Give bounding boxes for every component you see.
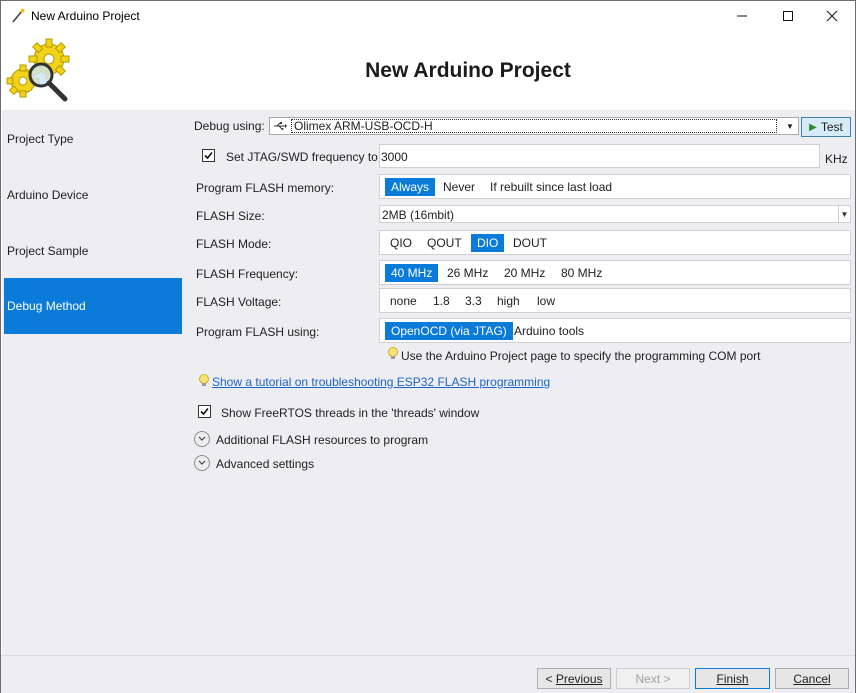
flash-size-value: 2MB (16mbit) — [382, 208, 455, 222]
window-title: New Arduino Project — [31, 9, 140, 23]
sidebar-item-label: Debug Method — [7, 299, 86, 313]
minimize-button[interactable] — [719, 1, 765, 31]
finish-button-label: Finish — [716, 671, 749, 686]
debug-using-value: Olimex ARM-USB-OCD-H — [291, 119, 777, 133]
programming-port-hint: Use the Arduino Project page to specify … — [401, 349, 761, 363]
advanced-settings-label[interactable]: Advanced settings — [216, 457, 314, 471]
jtag-frequency-input[interactable]: 3000 — [379, 144, 820, 168]
debug-using-label: Debug using: — [194, 119, 265, 133]
finish-button[interactable]: Finish — [695, 668, 770, 689]
next-button-arrow: > — [660, 671, 671, 686]
option-3-3[interactable]: 3.3 — [459, 292, 488, 310]
test-button[interactable]: ▶ Test — [801, 117, 851, 137]
advanced-settings-expander[interactable] — [194, 455, 210, 471]
dialog-window: New Arduino Project New Arduino Project … — [0, 0, 856, 693]
flash-voltage-selector: none 1.8 3.3 high low — [379, 288, 851, 313]
footer-divider — [1, 655, 855, 656]
program-using-label: Program FLASH using: — [196, 325, 320, 339]
maximize-icon — [783, 11, 793, 21]
sidebar-item-project-type[interactable]: Project Type — [4, 111, 182, 167]
next-button-label: Next — [635, 671, 661, 686]
checkmark-icon — [200, 407, 209, 416]
chevron-down-icon — [198, 460, 206, 465]
debug-using-combobox[interactable]: Olimex ARM-USB-OCD-H — [269, 117, 799, 135]
option-qio[interactable]: QIO — [384, 234, 418, 252]
option-20mhz[interactable]: 20 MHz — [498, 264, 551, 282]
option-low[interactable]: low — [531, 292, 561, 310]
close-icon — [826, 10, 838, 22]
jtag-frequency-label: Set JTAG/SWD frequency to: — [226, 150, 382, 164]
maximize-button[interactable] — [765, 1, 811, 31]
previous-button-label: Previous — [555, 671, 603, 686]
option-never[interactable]: Never — [437, 178, 481, 196]
cancel-button[interactable]: Cancel — [775, 668, 849, 689]
lightbulb-icon — [199, 374, 209, 386]
tutorial-link[interactable]: Show a tutorial on troubleshooting ESP32… — [212, 375, 550, 389]
jtag-frequency-checkbox[interactable] — [202, 149, 215, 162]
program-using-selector: OpenOCD (via JTAG) Arduino tools — [379, 318, 851, 343]
flash-mode-label: FLASH Mode: — [196, 237, 272, 251]
flash-size-label: FLASH Size: — [196, 209, 265, 223]
sidebar-item-arduino-device[interactable]: Arduino Device — [4, 167, 182, 223]
additional-flash-expander[interactable] — [194, 431, 210, 447]
title-bar: New Arduino Project — [1, 1, 855, 31]
cancel-button-label: Cancel — [793, 671, 831, 686]
option-if-rebuilt[interactable]: If rebuilt since last load — [484, 178, 618, 196]
checkmark-icon — [204, 151, 213, 160]
chevron-down-icon: ▼ — [838, 206, 850, 222]
jtag-frequency-value: 3000 — [381, 150, 408, 164]
option-always[interactable]: Always — [385, 178, 436, 196]
jtag-frequency-unit: KHz — [825, 152, 848, 166]
previous-button[interactable]: < Previous — [537, 668, 611, 689]
page-heading: New Arduino Project — [365, 59, 571, 82]
wizard-sidebar: Project Type Arduino Device Project Samp… — [2, 110, 183, 655]
freertos-threads-checkbox[interactable] — [198, 405, 211, 418]
flash-voltage-label: FLASH Voltage: — [196, 295, 282, 309]
chevron-down-icon: ▼ — [786, 121, 794, 131]
additional-flash-label[interactable]: Additional FLASH resources to program — [216, 433, 428, 447]
option-openocd[interactable]: OpenOCD (via JTAG) — [385, 322, 513, 340]
lightbulb-icon — [388, 347, 398, 359]
option-dout[interactable]: DOUT — [507, 234, 553, 252]
sidebar-item-debug-method[interactable]: Debug Method — [4, 278, 182, 334]
sidebar-item-label: Arduino Device — [7, 188, 89, 202]
close-button[interactable] — [809, 1, 855, 31]
usb-icon — [274, 122, 287, 130]
option-1-8[interactable]: 1.8 — [427, 292, 456, 310]
option-26mhz[interactable]: 26 MHz — [441, 264, 494, 282]
option-arduino-tools[interactable]: Arduino tools — [508, 322, 590, 340]
flash-frequency-label: FLASH Frequency: — [196, 267, 299, 281]
test-button-label: Test — [820, 120, 843, 134]
option-80mhz[interactable]: 80 MHz — [555, 264, 608, 282]
option-dio[interactable]: DIO — [471, 234, 505, 252]
next-button[interactable]: Next > — [616, 668, 690, 689]
previous-button-arrow: < — [545, 671, 556, 686]
sidebar-item-label: Project Sample — [7, 244, 89, 258]
program-flash-label: Program FLASH memory: — [196, 181, 335, 195]
wizard-header: New Arduino Project — [1, 31, 855, 110]
flash-frequency-selector: 40 MHz 26 MHz 20 MHz 80 MHz — [379, 260, 851, 285]
flash-mode-selector: QIO QOUT DIO DOUT — [379, 230, 851, 255]
option-none[interactable]: none — [384, 292, 423, 310]
program-flash-selector: Always Never If rebuilt since last load — [379, 174, 851, 199]
freertos-threads-label: Show FreeRTOS threads in the 'threads' w… — [221, 406, 480, 420]
play-icon: ▶ — [809, 121, 817, 133]
sidebar-item-label: Project Type — [7, 132, 74, 146]
debug-using-dropdown-button[interactable]: ▼ — [782, 117, 798, 135]
sidebar-item-project-sample[interactable]: Project Sample — [4, 223, 182, 279]
flash-size-combobox[interactable]: 2MB (16mbit) ▼ — [379, 205, 851, 223]
option-qout[interactable]: QOUT — [421, 234, 468, 252]
option-40mhz[interactable]: 40 MHz — [385, 264, 439, 282]
minimize-icon — [737, 15, 747, 17]
arduino-wand-icon — [12, 8, 25, 23]
chevron-down-icon — [198, 436, 206, 441]
option-high[interactable]: high — [491, 292, 526, 310]
